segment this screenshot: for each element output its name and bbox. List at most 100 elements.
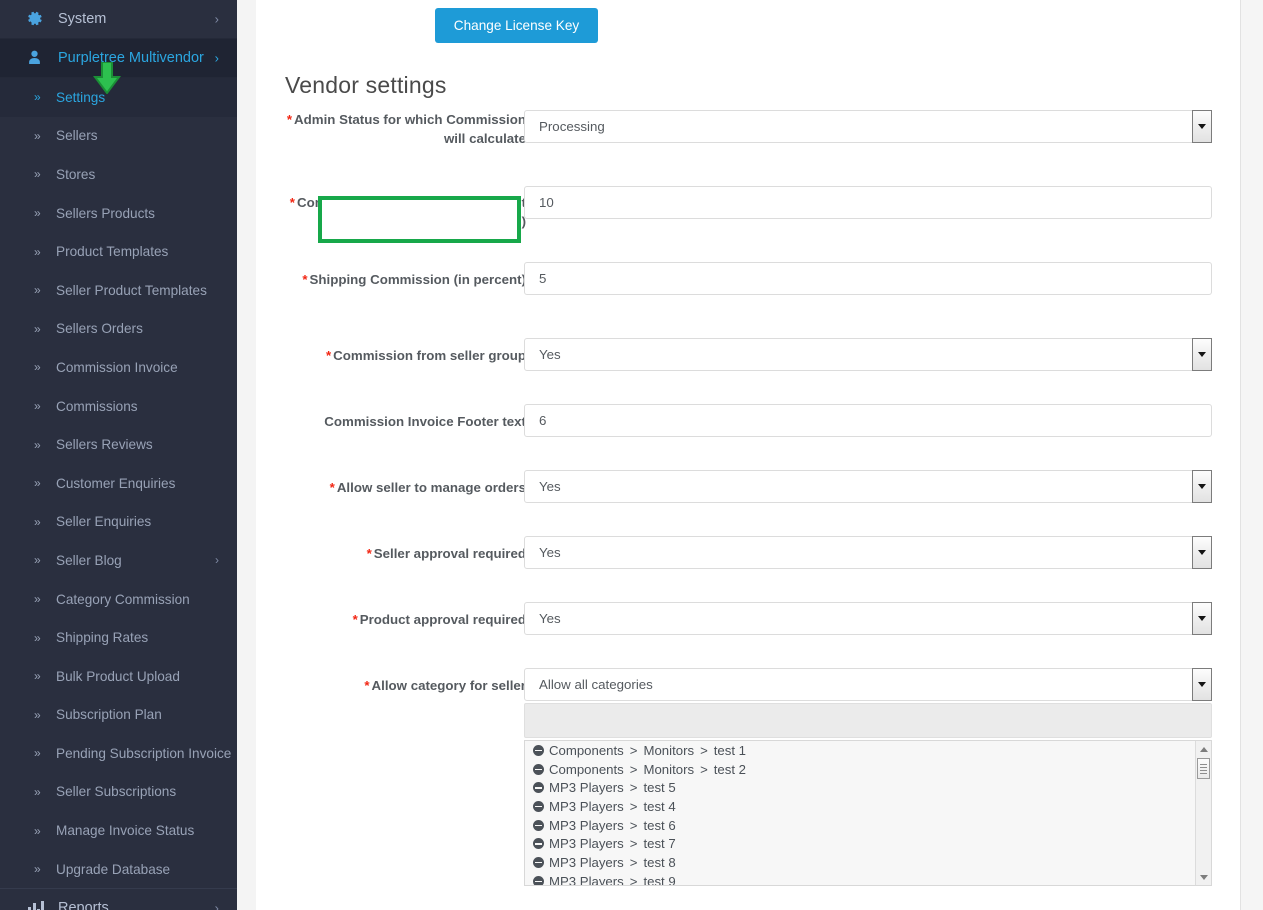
scroll-up-arrow-icon[interactable] — [1196, 741, 1211, 757]
sidebar-item-label: Subscription Plan — [56, 707, 162, 723]
sidebar-item-stores[interactable]: » Stores — [0, 155, 237, 194]
chevron-double-right-icon: » — [34, 321, 41, 336]
category-list-item[interactable]: MP3 Players > test 9 — [525, 872, 1211, 886]
sidebar-item-seller-subscriptions[interactable]: » Seller Subscriptions — [0, 773, 237, 812]
sidebar-item-label: Sellers Reviews — [56, 437, 153, 453]
category-list[interactable]: Components > Monitors > test 1 Components > Mon… — [524, 740, 1212, 886]
chevron-double-right-icon: » — [34, 707, 41, 722]
minus-circle-icon[interactable] — [533, 875, 544, 885]
category-list-item[interactable]: MP3 Players > test 5 — [525, 778, 1211, 797]
path-separator: > — [629, 742, 638, 758]
category-list-item[interactable]: Components > Monitors > test 2 — [525, 760, 1211, 779]
category-list-item[interactable]: MP3 Players > test 7 — [525, 834, 1211, 853]
chevron-down-icon[interactable] — [1192, 338, 1212, 371]
sidebar-item-label: Customer Enquiries — [56, 475, 176, 491]
chevron-double-right-icon: » — [34, 514, 41, 529]
sidebar-item-bulk-product-upload[interactable]: » Bulk Product Upload — [0, 657, 237, 696]
sidebar-item-label: Seller Blog — [56, 552, 122, 568]
minus-circle-icon[interactable] — [533, 782, 544, 794]
sidebar-item-upgrade-database[interactable]: » Upgrade Database — [0, 850, 237, 889]
category-path-part: test 9 — [643, 873, 676, 886]
sidebar-item-sellers-products[interactable]: » Sellers Products — [0, 194, 237, 233]
sidebar-nav-label: Purpletree Multivendor — [58, 50, 204, 66]
sidebar-item-seller-enquiries[interactable]: » Seller Enquiries — [0, 503, 237, 542]
sidebar-item-label: Commissions — [56, 398, 138, 414]
category-path-part: MP3 Players — [549, 798, 624, 814]
field-label-shipping-commission-in-percent: * Shipping Commission (in percent) — [281, 271, 526, 290]
sidebar-nav-label: Reports — [58, 900, 109, 910]
sidebar-item-sellers[interactable]: » Sellers — [0, 117, 237, 156]
chevron-double-right-icon: » — [34, 399, 41, 414]
required-asterisk: * — [352, 612, 358, 627]
select-seller-approval-required[interactable]: Yes — [524, 536, 1212, 569]
sidebar-item-commission-invoice[interactable]: » Commission Invoice — [0, 348, 237, 387]
input-commission-in-percent-per-product-sale[interactable] — [524, 186, 1212, 219]
category-rows: Components > Monitors > test 1 Components > Mon… — [525, 741, 1211, 886]
path-separator: > — [629, 817, 638, 833]
sidebar-item-pending-subscription-invoice[interactable]: » Pending Subscription Invoice — [0, 734, 237, 773]
chevron-down-icon[interactable] — [1192, 602, 1212, 635]
sidebar-item-manage-invoice-status[interactable]: » Manage Invoice Status — [0, 811, 237, 850]
sidebar-item-label: Seller Enquiries — [56, 514, 152, 530]
sidebar-item-shipping-rates[interactable]: » Shipping Rates — [0, 618, 237, 657]
path-separator: > — [629, 873, 638, 886]
select-allow-category-for-seller[interactable]: Allow all categories — [524, 668, 1212, 701]
chevron-double-right-icon: » — [34, 862, 41, 877]
path-separator: > — [629, 836, 638, 852]
field-label-text: Admin Status for which Commission will c… — [294, 112, 526, 146]
category-selection-box[interactable] — [524, 703, 1212, 738]
select-product-approval-required[interactable]: Yes — [524, 602, 1212, 635]
category-list-item[interactable]: MP3 Players > test 6 — [525, 816, 1211, 835]
category-list-item[interactable]: MP3 Players > test 8 — [525, 853, 1211, 872]
minus-circle-icon[interactable] — [533, 838, 544, 850]
sidebar-item-customer-enquiries[interactable]: » Customer Enquiries — [0, 464, 237, 503]
category-list-item[interactable]: Components > Monitors > test 1 — [525, 741, 1211, 760]
select-admin-status-for-which-commission-will-calculate[interactable]: Processing — [524, 110, 1212, 143]
scrollbar-thumb[interactable] — [1197, 758, 1210, 779]
category-path-part: MP3 Players — [549, 836, 624, 852]
select-allow-seller-to-manage-orders[interactable]: Yes — [524, 470, 1212, 503]
minus-circle-icon[interactable] — [533, 800, 544, 812]
chevron-right-icon: › — [214, 900, 219, 910]
sidebar-item-sellers-reviews[interactable]: » Sellers Reviews — [0, 425, 237, 464]
chevron-down-icon[interactable] — [1192, 668, 1212, 701]
chevron-down-icon[interactable] — [1192, 470, 1212, 503]
chevron-double-right-icon: » — [34, 823, 41, 838]
minus-circle-icon[interactable] — [533, 763, 544, 775]
path-separator: > — [700, 742, 708, 758]
sidebar-nav-system[interactable]: System › — [0, 0, 237, 39]
select-value: Processing — [539, 119, 605, 134]
select-commission-from-seller-group[interactable]: Yes — [524, 338, 1212, 371]
chevron-double-right-icon: » — [34, 128, 41, 143]
sidebar-item-label: Category Commission — [56, 591, 190, 607]
sidebar-nav-reports[interactable]: Reports › — [0, 889, 237, 910]
chevron-down-icon[interactable] — [1192, 536, 1212, 569]
minus-circle-icon[interactable] — [533, 819, 544, 831]
sidebar-item-category-commission[interactable]: » Category Commission — [0, 580, 237, 619]
sidebar-item-seller-product-templates[interactable]: » Seller Product Templates — [0, 271, 237, 310]
input-commission-invoice-footer-text[interactable] — [524, 404, 1212, 437]
sidebar-item-seller-blog[interactable]: » Seller Blog › — [0, 541, 237, 580]
scroll-down-arrow-icon[interactable] — [1196, 869, 1211, 885]
change-license-key-button[interactable]: Change License Key — [435, 8, 598, 43]
sidebar-item-label: Upgrade Database — [56, 861, 171, 877]
category-path-part: test 4 — [643, 798, 676, 814]
sidebar-item-subscription-plan[interactable]: » Subscription Plan — [0, 696, 237, 735]
sidebar-nav-label: System — [58, 11, 107, 27]
category-path-part: MP3 Players — [549, 873, 624, 886]
minus-circle-icon[interactable] — [533, 744, 544, 756]
minus-circle-icon[interactable] — [533, 856, 544, 868]
category-list-scrollbar[interactable] — [1195, 741, 1211, 885]
category-list-item[interactable]: MP3 Players > test 4 — [525, 797, 1211, 816]
sidebar-item-product-templates[interactable]: » Product Templates — [0, 232, 237, 271]
sidebar-item-label: Bulk Product Upload — [56, 668, 180, 684]
sidebar-item-commissions[interactable]: » Commissions — [0, 387, 237, 426]
field-label-seller-approval-required: * Seller approval required — [281, 545, 526, 564]
bar-chart-icon — [28, 900, 50, 910]
field-label-text: Allow category for seller — [371, 678, 526, 693]
sidebar-item-sellers-orders[interactable]: » Sellers Orders — [0, 310, 237, 349]
category-path-part: Components — [549, 761, 624, 777]
input-shipping-commission-in-percent[interactable] — [524, 262, 1212, 295]
page-right-edge — [1240, 0, 1263, 910]
chevron-down-icon[interactable] — [1192, 110, 1212, 143]
